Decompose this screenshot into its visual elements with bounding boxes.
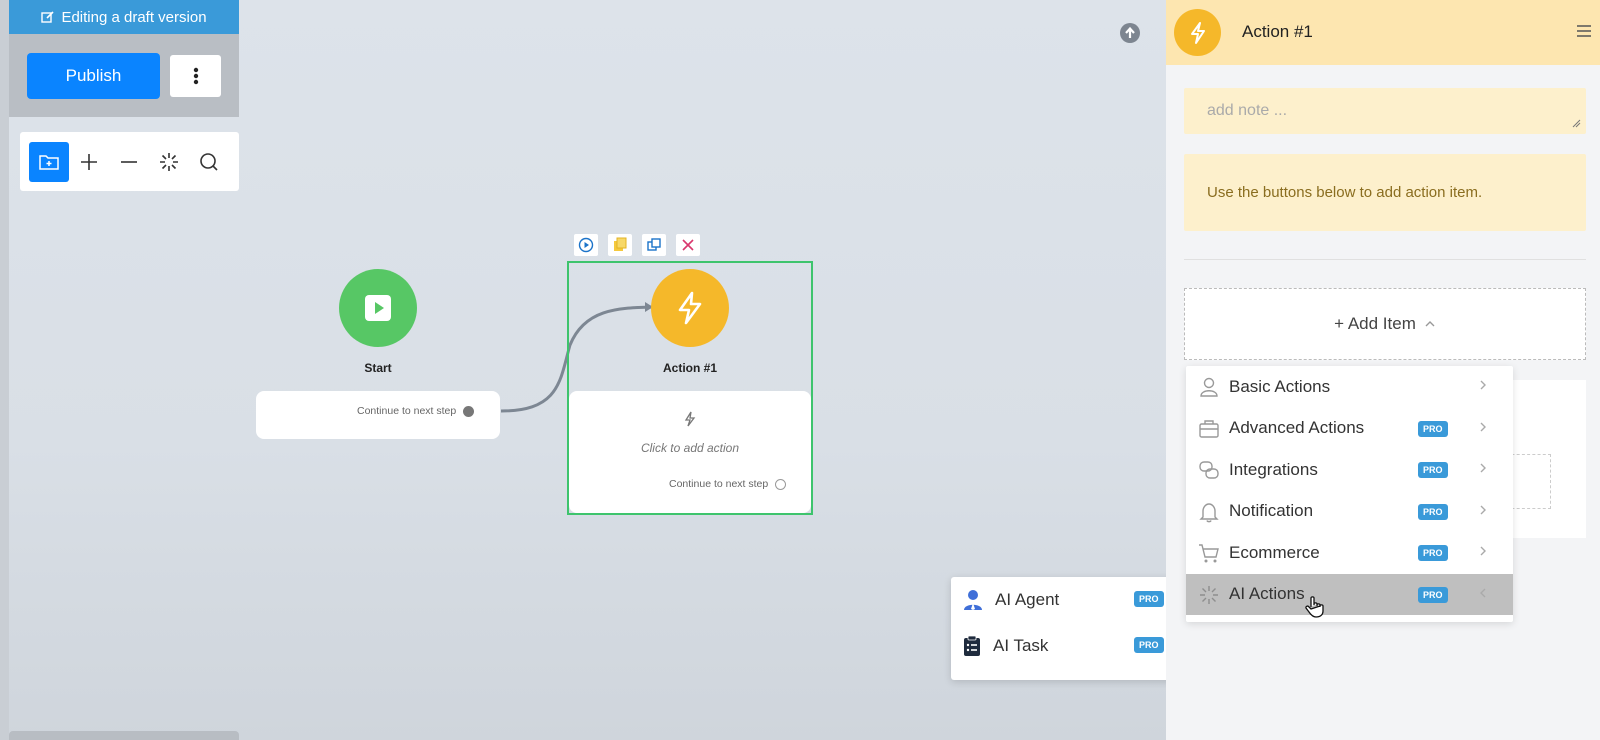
ai-agent-icon bbox=[964, 590, 982, 610]
integrations-icon bbox=[1199, 461, 1219, 479]
chevron-left-icon bbox=[1480, 588, 1486, 597]
menu-item-label: Basic Actions bbox=[1229, 376, 1331, 396]
action-node-title: Action #1 bbox=[662, 361, 717, 375]
bolt-small-icon bbox=[684, 411, 696, 427]
cart-icon bbox=[1199, 544, 1219, 563]
submenu-label: AI Task bbox=[993, 636, 1049, 655]
click-to-add-action[interactable]: Click to add action bbox=[569, 441, 811, 455]
start-output-port[interactable] bbox=[463, 406, 474, 417]
menu-item-label: Ecommerce bbox=[1229, 542, 1320, 562]
note-field[interactable]: add note ... bbox=[1184, 88, 1586, 134]
menu-item-ai-actions[interactable]: AI Actions PRO bbox=[1186, 573, 1513, 615]
hand-cursor-icon bbox=[1305, 596, 1324, 618]
menu-item-ecommerce[interactable]: Ecommerce PRO bbox=[1186, 532, 1513, 574]
add-item-label: + Add Item bbox=[1334, 314, 1416, 333]
panel-header: Action #1 bbox=[1166, 0, 1600, 65]
duplicate-button[interactable] bbox=[642, 234, 666, 256]
menu-item-label: Advanced Actions bbox=[1229, 418, 1365, 438]
panel-action-icon bbox=[1174, 9, 1221, 56]
pro-badge: PRO bbox=[1418, 586, 1448, 603]
node-toolbar bbox=[574, 234, 700, 256]
menu-icon[interactable] bbox=[1576, 24, 1592, 38]
chevron-up-icon bbox=[1425, 321, 1435, 327]
menu-item-label: AI Actions bbox=[1229, 584, 1305, 604]
bolt-icon bbox=[678, 291, 702, 325]
divider bbox=[1184, 259, 1586, 260]
start-continue-label: Continue to next step bbox=[357, 405, 457, 417]
pro-badge: PRO bbox=[1418, 503, 1448, 520]
chevron-right-icon bbox=[1480, 380, 1486, 390]
run-button[interactable] bbox=[574, 234, 598, 256]
duplicate-icon bbox=[647, 238, 661, 251]
bottom-scrollbar[interactable] bbox=[9, 731, 239, 740]
action-settings-panel: Action #1 add note ... Use the buttons b… bbox=[1166, 0, 1600, 740]
ai-actions-submenu: AI Agent PRO AI Task PRO bbox=[951, 577, 1181, 680]
start-node-title: Start bbox=[364, 361, 392, 375]
chevron-right-icon bbox=[1480, 422, 1486, 431]
start-node-icon[interactable] bbox=[339, 269, 417, 347]
info-message: Use the buttons below to add action item… bbox=[1184, 154, 1586, 231]
menu-item-integrations[interactable]: Integrations PRO bbox=[1186, 449, 1513, 491]
close-icon bbox=[682, 239, 694, 251]
briefcase-icon bbox=[1199, 419, 1219, 438]
resize-handle-icon[interactable] bbox=[1571, 118, 1581, 128]
chevron-right-icon bbox=[1480, 505, 1486, 514]
chevron-right-icon bbox=[1480, 463, 1486, 473]
clipboard-list-icon bbox=[964, 635, 980, 656]
sparkle-icon bbox=[1200, 585, 1218, 604]
copy-button[interactable] bbox=[608, 234, 632, 256]
pro-badge: PRO bbox=[1418, 545, 1448, 561]
copy-icon bbox=[614, 237, 627, 251]
pro-badge: PRO bbox=[1134, 591, 1164, 607]
pro-badge: PRO bbox=[1418, 420, 1448, 437]
menu-item-label: Integrations bbox=[1229, 459, 1318, 479]
bell-icon bbox=[1199, 502, 1219, 522]
chevron-right-icon bbox=[1480, 546, 1486, 556]
menu-item-notification[interactable]: Notification PRO bbox=[1186, 491, 1513, 533]
submenu-label: AI Agent bbox=[995, 590, 1060, 609]
play-icon bbox=[365, 295, 391, 321]
action-node-icon[interactable] bbox=[651, 269, 729, 347]
action-output-port[interactable] bbox=[775, 479, 786, 490]
pro-badge: PRO bbox=[1134, 637, 1164, 653]
play-circle-icon bbox=[578, 237, 594, 253]
submenu-item-ai-agent[interactable]: AI Agent PRO bbox=[951, 577, 1181, 623]
bolt-icon bbox=[1190, 21, 1205, 44]
action-continue-label: Continue to next step bbox=[669, 478, 769, 490]
delete-button[interactable] bbox=[676, 234, 700, 256]
add-item-dropdown: Basic Actions Advanced Actions PRO Integ… bbox=[1186, 366, 1513, 622]
menu-item-basic-actions[interactable]: Basic Actions bbox=[1186, 366, 1513, 408]
submenu-item-ai-task[interactable]: AI Task PRO bbox=[951, 623, 1181, 669]
pro-badge: PRO bbox=[1418, 462, 1448, 478]
add-item-button[interactable]: + Add Item bbox=[1184, 288, 1586, 360]
menu-item-advanced-actions[interactable]: Advanced Actions PRO bbox=[1186, 408, 1513, 450]
menu-item-label: Notification bbox=[1229, 501, 1314, 521]
panel-title[interactable]: Action #1 bbox=[1242, 22, 1313, 42]
user-icon bbox=[1200, 377, 1218, 397]
